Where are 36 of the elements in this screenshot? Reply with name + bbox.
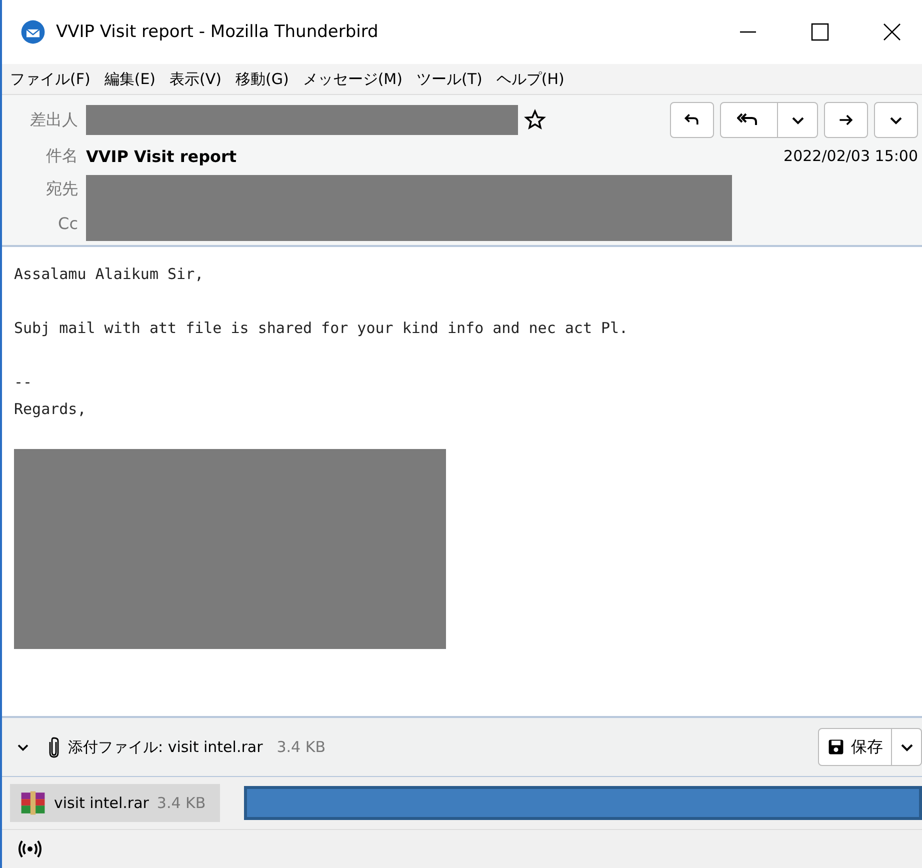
reply-all-button[interactable] [720,102,778,138]
caret-icon [900,744,912,750]
menu-item[interactable]: 表示(V) [170,70,222,88]
maximize-icon[interactable] [810,22,830,42]
close-icon[interactable] [882,22,902,42]
from-label: 差出人 [29,110,79,130]
subject-text: VVIP Visit report [86,146,237,166]
date-text: 2022/02/03 15:00 [784,147,919,165]
save-button[interactable]: 保存 [818,728,892,766]
caret-icon [792,116,804,124]
menu-item[interactable]: 移動(G) [236,70,289,88]
message-line: Subj mail with att file is shared for your kind info and nec act Pl. [14,319,628,337]
download-item[interactable]: visit intel.rar 3.4 KB [10,784,220,822]
menu-item[interactable]: ファイル(F) [10,70,90,88]
to-label: 宛先 [45,179,79,200]
app-logo-icon [20,19,46,45]
archive-icon [20,790,46,816]
star-icon[interactable] [524,109,546,131]
cc-label: Cc [57,214,79,233]
menu-item[interactable]: ヘルプ(H) [496,70,564,88]
message-line: Assalamu Alaikum Sir, [14,265,204,283]
menu-item[interactable]: ツール(T) [416,70,482,88]
caret-icon [890,116,902,124]
attachment-size: 3.4 KB [276,738,326,756]
message-line: -- [14,373,32,391]
message-line: Regards, [14,400,86,418]
signal-icon [18,839,42,859]
paperclip-icon [48,736,60,758]
reply-button[interactable] [670,102,714,138]
subject-label: 件名 [45,146,79,166]
forward-button[interactable] [824,102,868,138]
attachment-label[interactable]: 添付ファイル: visit intel.rar [68,738,263,756]
window-title: VVIP Visit report - Mozilla Thunderbird [56,22,378,42]
dropdown-button[interactable] [892,728,922,766]
menu-item[interactable]: 編集(E) [104,70,156,88]
menu-item[interactable]: メッセージ(M) [302,70,402,88]
